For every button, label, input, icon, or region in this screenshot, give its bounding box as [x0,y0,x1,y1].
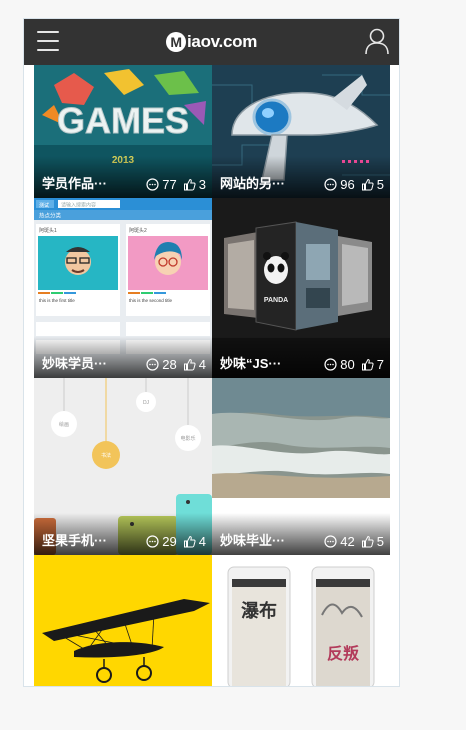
like-icon[interactable] [361,358,374,371]
work-card[interactable]: 瀑布 反叛 [212,555,390,686]
card-title: 学员作品··· [42,176,107,191]
card-stats: 77 3 [146,177,206,192]
work-card[interactable]: PANDA 妙味“JS··· 80 7 [212,198,390,378]
svg-text:热点分类: 热点分类 [39,212,62,220]
svg-text:绘画: 绘画 [59,421,69,428]
work-card[interactable]: 绘画 DJ 电影乐 书法 坚果手机··· 29 4 [34,378,212,555]
like-count: 4 [198,357,206,372]
work-card[interactable]: GAMES 2013 学员作品··· 77 3 [34,65,212,198]
like-icon[interactable] [183,358,196,371]
svg-text:阿斑头2: 阿斑头2 [129,227,147,234]
phone-frame: M iaov.com GAMES 2013 学员作品··· [23,18,400,687]
work-card[interactable]: 网站的另··· 96 5 [212,65,390,198]
svg-text:DJ: DJ [143,400,150,406]
logo-mark: M [166,32,186,52]
poster-app-thumbnail: 瀑布 反叛 [212,555,390,686]
card-stats: 28 4 [146,357,206,372]
svg-text:GAMES: GAMES [57,100,189,141]
comment-count: 96 [340,177,355,192]
comment-count: 28 [162,357,177,372]
like-count: 4 [198,534,206,549]
svg-text:this is the second title: this is the second title [129,298,173,303]
logo-text: iaov.com [187,32,258,51]
comment-icon [146,535,159,548]
like-icon[interactable] [361,535,374,548]
card-stats: 29 4 [146,534,206,549]
svg-text:阿斑头1: 阿斑头1 [39,227,57,234]
card-title: 妙味毕业··· [220,533,285,548]
like-count: 7 [376,357,384,372]
card-stats: 42 5 [324,534,384,549]
top-bar: M iaov.com [24,19,399,65]
like-count: 5 [376,534,384,549]
card-title: 妙味学员··· [42,356,107,371]
comment-icon [146,178,159,191]
comment-icon [146,358,159,371]
site-logo[interactable]: M iaov.com [166,31,257,53]
svg-text:瀑布: 瀑布 [241,600,277,622]
card-title: 妙味“JS··· [220,356,282,371]
svg-text:反叛: 反叛 [327,644,359,663]
work-card[interactable]: 妙味毕业··· 42 5 [212,378,390,555]
card-stats: 96 5 [324,177,384,192]
svg-text:测试: 测试 [39,202,49,209]
card-stats: 80 7 [324,357,384,372]
svg-text:书法: 书法 [101,452,111,459]
like-count: 3 [198,177,206,192]
comment-icon [324,178,337,191]
like-count: 5 [376,177,384,192]
svg-text:PANDA: PANDA [264,297,288,304]
like-icon[interactable] [183,535,196,548]
like-icon[interactable] [183,178,196,191]
work-card[interactable]: 测试 请输入搜索内容 热点分类 阿斑头1 阿斑头2 this is the fi… [34,198,212,378]
comment-icon [324,535,337,548]
svg-text:请输入搜索内容: 请输入搜索内容 [61,202,96,209]
svg-text:this is the first title: this is the first title [39,298,75,303]
comment-count: 77 [162,177,177,192]
comment-count: 29 [162,534,177,549]
comment-count: 42 [340,534,355,549]
user-profile-icon[interactable] [363,27,391,55]
like-icon[interactable] [361,178,374,191]
card-title: 网站的另··· [220,176,285,191]
airplane-thumbnail [34,555,212,686]
comment-count: 80 [340,357,355,372]
hamburger-menu-icon[interactable] [37,31,59,51]
work-card[interactable] [34,555,212,686]
svg-text:电影乐: 电影乐 [180,435,195,442]
comment-icon [324,358,337,371]
card-title: 坚果手机··· [42,533,107,548]
